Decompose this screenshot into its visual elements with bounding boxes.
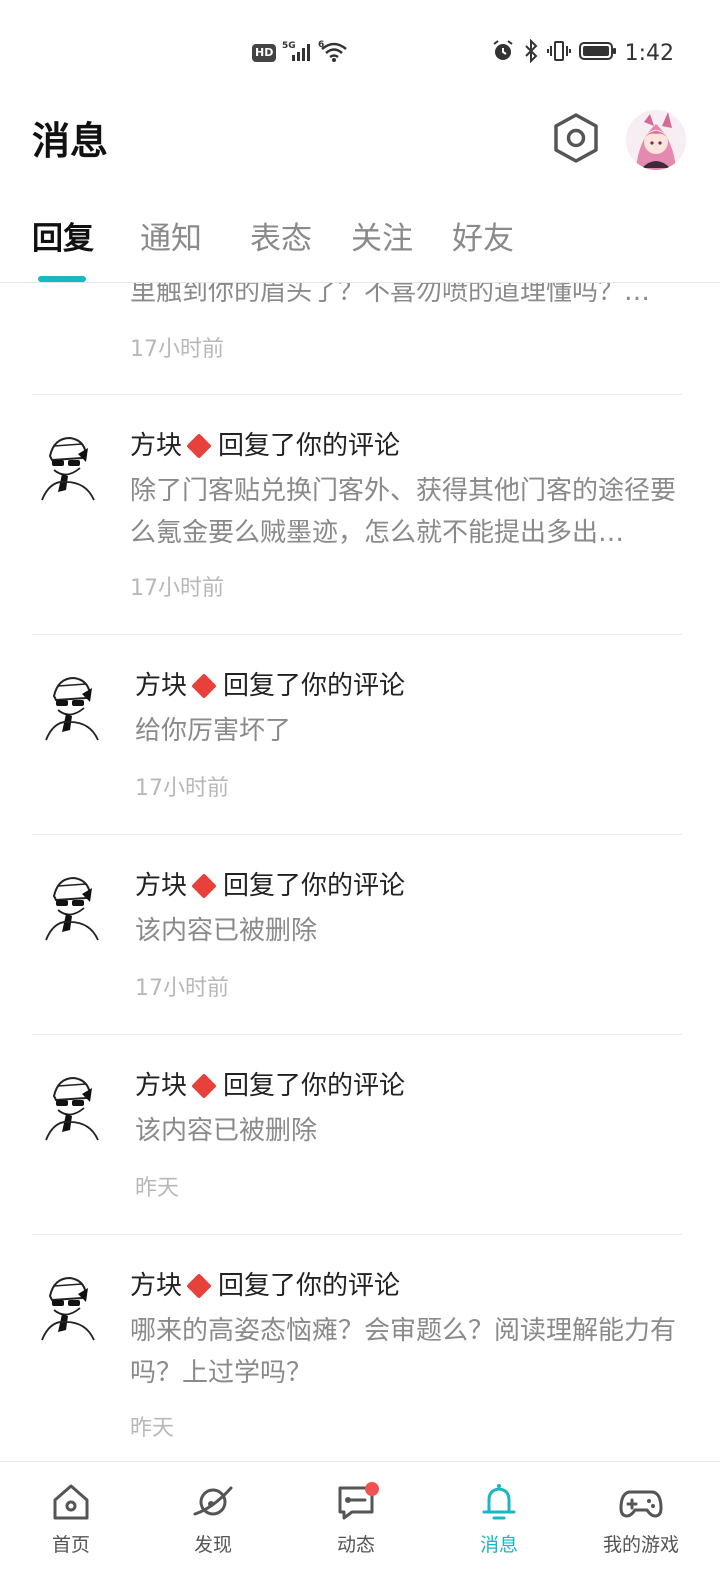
tab-bar: 回复 通知 表态 关注 好友 <box>0 210 720 283</box>
cell-signal-icon: 5G <box>282 40 312 66</box>
message-action: 回复了你的评论 <box>223 671 406 701</box>
hd-badge: HD <box>252 44 277 62</box>
tab-notice[interactable]: 通知 <box>140 218 202 260</box>
message-action: 回复了你的评论 <box>218 431 401 461</box>
message-username[interactable]: 方块 <box>130 431 182 461</box>
message-content: 该内容已被删除 <box>135 1116 318 1146</box>
page-title: 消息 <box>32 119 109 163</box>
message-username[interactable]: 方块 <box>135 871 187 901</box>
message-action: 回复了你的评论 <box>223 871 406 901</box>
message-time: 17小时前 <box>135 976 229 1001</box>
anime-avatar-image <box>626 110 686 170</box>
message-action: 回复了你的评论 <box>223 1071 406 1101</box>
message-username[interactable]: 方块 <box>135 1071 187 1101</box>
message-title: 方块 回复了你的评论 <box>135 1068 405 1104</box>
nav-home-label: 首页 <box>51 1534 90 1556</box>
nav-discover-label: 发现 <box>193 1534 232 1556</box>
message-item-partial[interactable]: 里触到你的眉头了？不喜勿喷的道理懂吗？… 17小时前 <box>32 283 682 395</box>
sketch-avatar-icon <box>45 676 99 741</box>
battery-icon <box>578 41 617 65</box>
tab-friends[interactable]: 好友 <box>452 218 514 260</box>
message-content: 给你厉害坏了 <box>135 716 292 746</box>
bottom-navigation: 首页 发现 动态 消息 我的游戏 <box>0 1461 720 1585</box>
vibrate-icon <box>546 39 571 67</box>
bluetooth-icon <box>523 38 539 67</box>
message-title: 方块 回复了你的评论 <box>135 868 405 904</box>
nav-my-games[interactable]: 我的游戏 <box>586 1480 696 1557</box>
message-item[interactable]: 方块 回复了你的评论 哪来的高姿态恼瘫？会审题么？阅读理解能力有吗？上过学吗？ 昨… <box>32 1234 682 1461</box>
message-title: 方块 回复了你的评论 <box>135 668 405 704</box>
message-time: 17小时前 <box>135 776 229 801</box>
message-username[interactable]: 方块 <box>135 671 187 701</box>
diamond-badge-icon <box>186 433 212 459</box>
sketch-avatar-icon <box>45 1076 99 1141</box>
hexagon-gear-icon <box>552 112 600 168</box>
message-item[interactable]: 方块 回复了你的评论 除了门客贴兑换门客外、获得其他门客的途径要么氪金要么贼墨迹，… <box>32 394 682 635</box>
gamepad-icon <box>619 1490 663 1518</box>
diamond-badge-icon <box>186 1273 212 1299</box>
nav-feed[interactable]: 动态 <box>301 1480 411 1557</box>
nav-messages[interactable]: 消息 <box>444 1480 554 1557</box>
tab-active-indicator <box>38 276 86 282</box>
message-item[interactable]: 方块 回复了你的评论 该内容已被删除 17小时前 <box>32 834 682 1035</box>
message-content: 该内容已被删除 <box>135 916 318 946</box>
alarm-icon <box>491 39 515 67</box>
status-right-group: 1:42 <box>491 38 674 68</box>
message-content: 哪来的高姿态恼瘫？会审题么？阅读理解能力有吗？上过学吗？ <box>130 1316 677 1388</box>
message-item[interactable]: 方块 回复了你的评论 给你厉害坏了 17小时前 <box>32 634 682 835</box>
message-content: 除了门客贴兑换门客外、获得其他门客的途径要么氪金要么贼墨迹，怎么就不能提出多出… <box>130 476 677 548</box>
bell-icon <box>482 1484 516 1520</box>
message-username[interactable]: 方块 <box>130 1271 182 1301</box>
message-item[interactable]: 方块 回复了你的评论 该内容已被删除 昨天 <box>32 1034 682 1235</box>
message-time: 17小时前 <box>130 337 224 362</box>
home-icon <box>53 1484 89 1520</box>
planet-icon <box>193 1486 233 1516</box>
sketch-avatar-icon <box>41 1276 95 1341</box>
notification-badge <box>365 1482 379 1496</box>
settings-button[interactable] <box>548 110 604 170</box>
message-title: 方块 回复了你的评论 <box>130 428 400 464</box>
tab-follow[interactable]: 关注 <box>351 218 413 260</box>
svg-text:5G: 5G <box>282 41 296 51</box>
message-list[interactable]: 里触到你的眉头了？不喜勿喷的道理懂吗？… 17小时前 方块 回复了你的评论 除了门… <box>0 283 720 1461</box>
tab-reply[interactable]: 回复 <box>32 218 94 260</box>
tab-reaction[interactable]: 表态 <box>250 218 312 260</box>
message-time: 昨天 <box>135 1176 180 1201</box>
message-action: 回复了你的评论 <box>218 1271 401 1301</box>
nav-messages-label: 消息 <box>479 1534 518 1556</box>
sketch-avatar-icon <box>41 436 95 501</box>
message-time: 昨天 <box>130 1416 175 1441</box>
message-content: 里触到你的眉头了？不喜勿喷的道理懂吗？… <box>130 283 651 307</box>
profile-avatar[interactable] <box>626 110 686 170</box>
diamond-badge-icon <box>191 873 217 899</box>
wifi-icon: 6 <box>318 39 348 67</box>
sketch-avatar-icon <box>45 876 99 941</box>
nav-feed-label: 动态 <box>336 1534 375 1556</box>
status-network-group: HD 5G 6 <box>252 40 348 66</box>
nav-my-games-label: 我的游戏 <box>602 1534 679 1556</box>
status-bar: HD 5G 6 1:42 <box>0 0 720 100</box>
status-time: 1:42 <box>624 40 674 66</box>
message-title: 方块 回复了你的评论 <box>130 1268 400 1304</box>
diamond-badge-icon <box>191 673 217 699</box>
nav-discover[interactable]: 发现 <box>158 1480 268 1557</box>
diamond-badge-icon <box>191 1073 217 1099</box>
message-time: 17小时前 <box>130 576 224 601</box>
nav-home[interactable]: 首页 <box>16 1480 126 1557</box>
